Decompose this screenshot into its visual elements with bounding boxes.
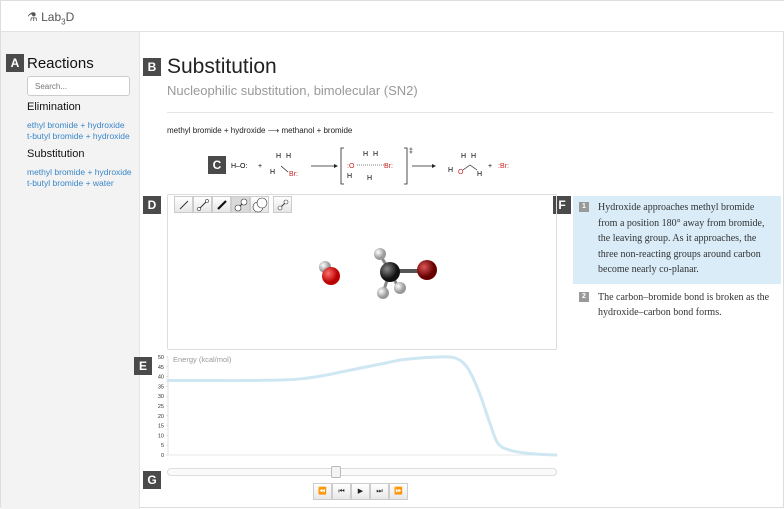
svg-text:Br:: Br: xyxy=(289,171,298,178)
y-tick-label: 50 xyxy=(158,355,164,361)
svg-text:H: H xyxy=(367,175,372,182)
rewind-icon: ⏪ xyxy=(318,488,327,495)
svg-text:H: H xyxy=(477,171,482,178)
svg-text:H: H xyxy=(276,153,281,160)
svg-text:Br:: Br: xyxy=(384,163,393,170)
label-e: E xyxy=(134,357,152,375)
search-input[interactable] xyxy=(27,76,130,96)
label-d: D xyxy=(143,196,161,214)
flask-icon: ⚗ xyxy=(27,10,38,24)
y-axis-label: Energy (kcal/mol) xyxy=(173,355,232,364)
reaction-equation: methyl bromide + hydroxide ⟶ methanol + … xyxy=(167,126,353,135)
svg-text:H: H xyxy=(471,153,476,160)
play-button[interactable]: ▶ xyxy=(351,483,370,500)
label-a: A xyxy=(6,54,24,72)
brand-logo[interactable]: ⚗ Lab3D xyxy=(27,10,74,26)
label-b: B xyxy=(143,58,161,76)
svg-text:‡: ‡ xyxy=(409,148,413,155)
page-subtitle: Nucleophilic substitution, bimolecular (… xyxy=(167,83,418,98)
step-item[interactable]: 1 Hydroxide approaches methyl bromide fro… xyxy=(573,196,781,284)
ball-stick-large-icon xyxy=(234,198,247,211)
svg-text:H: H xyxy=(347,173,352,180)
step-number: 1 xyxy=(579,202,589,212)
step-item[interactable]: 2 The carbon–bromide bond is broken as th… xyxy=(573,286,781,327)
playback-controls: ⏪ ⏮ ▶ ⏭ ⏩ xyxy=(313,483,408,500)
svg-text:+: + xyxy=(488,163,492,170)
line-bond-button[interactable] xyxy=(174,196,193,213)
arrow-icon: ⟶ xyxy=(267,126,280,135)
svg-text:H: H xyxy=(448,167,453,174)
transition-state: :OH H HH Br: ‡ xyxy=(340,147,413,185)
svg-text:H: H xyxy=(461,153,466,160)
svg-text:+: + xyxy=(258,163,262,170)
y-tick-label: 35 xyxy=(158,384,164,390)
energy-chart: 0 5 10 15 20 25 30 35 40 45 50 Energy (kcal/mol) xyxy=(158,355,558,459)
thick-bond-button[interactable] xyxy=(212,196,231,213)
timeline-slider[interactable] xyxy=(167,466,557,478)
sidebar: Reactions Elimination ethyl bromide + hy… xyxy=(1,32,140,509)
molecule-3d xyxy=(319,248,437,299)
y-tick-label: 40 xyxy=(158,375,164,381)
group-substitution: Substitution xyxy=(27,148,85,160)
methanol-structure: HO H HH xyxy=(448,153,482,178)
y-tick-label: 0 xyxy=(161,453,164,459)
render-toolbar xyxy=(174,196,292,213)
label-c: C xyxy=(208,156,226,174)
ball-stick-large-button[interactable] xyxy=(231,196,250,213)
reaction-link[interactable]: ethyl bromide + hydroxide xyxy=(27,120,125,130)
step-text: The carbon–bromide bond is broken as the… xyxy=(598,291,770,319)
play-icon: ▶ xyxy=(357,488,364,495)
reaction-link[interactable]: t-butyl bromide + water xyxy=(27,178,114,188)
svg-text:H: H xyxy=(363,151,368,158)
step-back-button[interactable]: ⏮ xyxy=(332,483,351,500)
y-tick-label: 30 xyxy=(158,394,164,400)
divider xyxy=(167,112,773,113)
slider-thumb[interactable] xyxy=(331,466,342,478)
sidebar-title: Reactions xyxy=(27,55,94,72)
thick-bond-icon xyxy=(216,199,227,210)
page-title: Substitution xyxy=(167,55,277,78)
line-bond-icon xyxy=(179,200,188,209)
svg-text:H: H xyxy=(270,169,275,176)
y-tick-label: 20 xyxy=(158,414,164,420)
group-elimination: Elimination xyxy=(27,101,81,113)
svg-text:H: H xyxy=(286,153,291,160)
svg-text::O: :O xyxy=(347,163,355,170)
bromide-ion: :Br: xyxy=(498,163,509,170)
reaction-link[interactable]: methyl bromide + hydroxide xyxy=(27,167,132,177)
reaction-scheme: H–O: + H HH Br: :OH H HH Br: ‡ HO H HH + :B… xyxy=(231,147,509,185)
steps-panel: 1 Hydroxide approaches methyl bromide fro… xyxy=(573,196,781,327)
navbar: ⚗ Lab3D xyxy=(1,1,784,32)
step-back-icon: ⏮ xyxy=(338,488,345,495)
ball-stick-small-icon xyxy=(277,199,288,210)
svg-text:H: H xyxy=(373,151,378,158)
spacefill-icon xyxy=(252,197,267,212)
y-tick-label: 10 xyxy=(158,433,164,439)
ball-stick-small-button[interactable] xyxy=(273,196,292,213)
y-tick-label: 5 xyxy=(161,443,164,449)
step-text: Hydroxide approaches methyl bromide from… xyxy=(598,202,765,275)
fast-forward-icon: ⏩ xyxy=(394,488,403,495)
step-number: 2 xyxy=(579,291,589,302)
y-tick-label: 45 xyxy=(158,365,164,371)
ball-stick-icon xyxy=(196,198,209,211)
molecule-viewer[interactable] xyxy=(167,194,557,350)
hydroxide-formula: H–O: xyxy=(231,163,247,170)
y-tick-label: 25 xyxy=(158,404,164,410)
label-g: G xyxy=(143,471,161,489)
y-tick-label: 15 xyxy=(158,424,164,430)
ball-stick-button[interactable] xyxy=(193,196,212,213)
rewind-button[interactable]: ⏪ xyxy=(313,483,332,500)
energy-curve xyxy=(166,355,558,457)
reaction-link[interactable]: t-butyl bromide + hydroxide xyxy=(27,131,130,141)
step-forward-button[interactable]: ⏭ xyxy=(370,483,389,500)
spacefill-button[interactable] xyxy=(250,196,269,213)
methyl-bromide-structure: H HH Br: xyxy=(270,153,298,178)
step-forward-icon: ⏭ xyxy=(376,488,383,495)
fast-forward-button[interactable]: ⏩ xyxy=(389,483,408,500)
